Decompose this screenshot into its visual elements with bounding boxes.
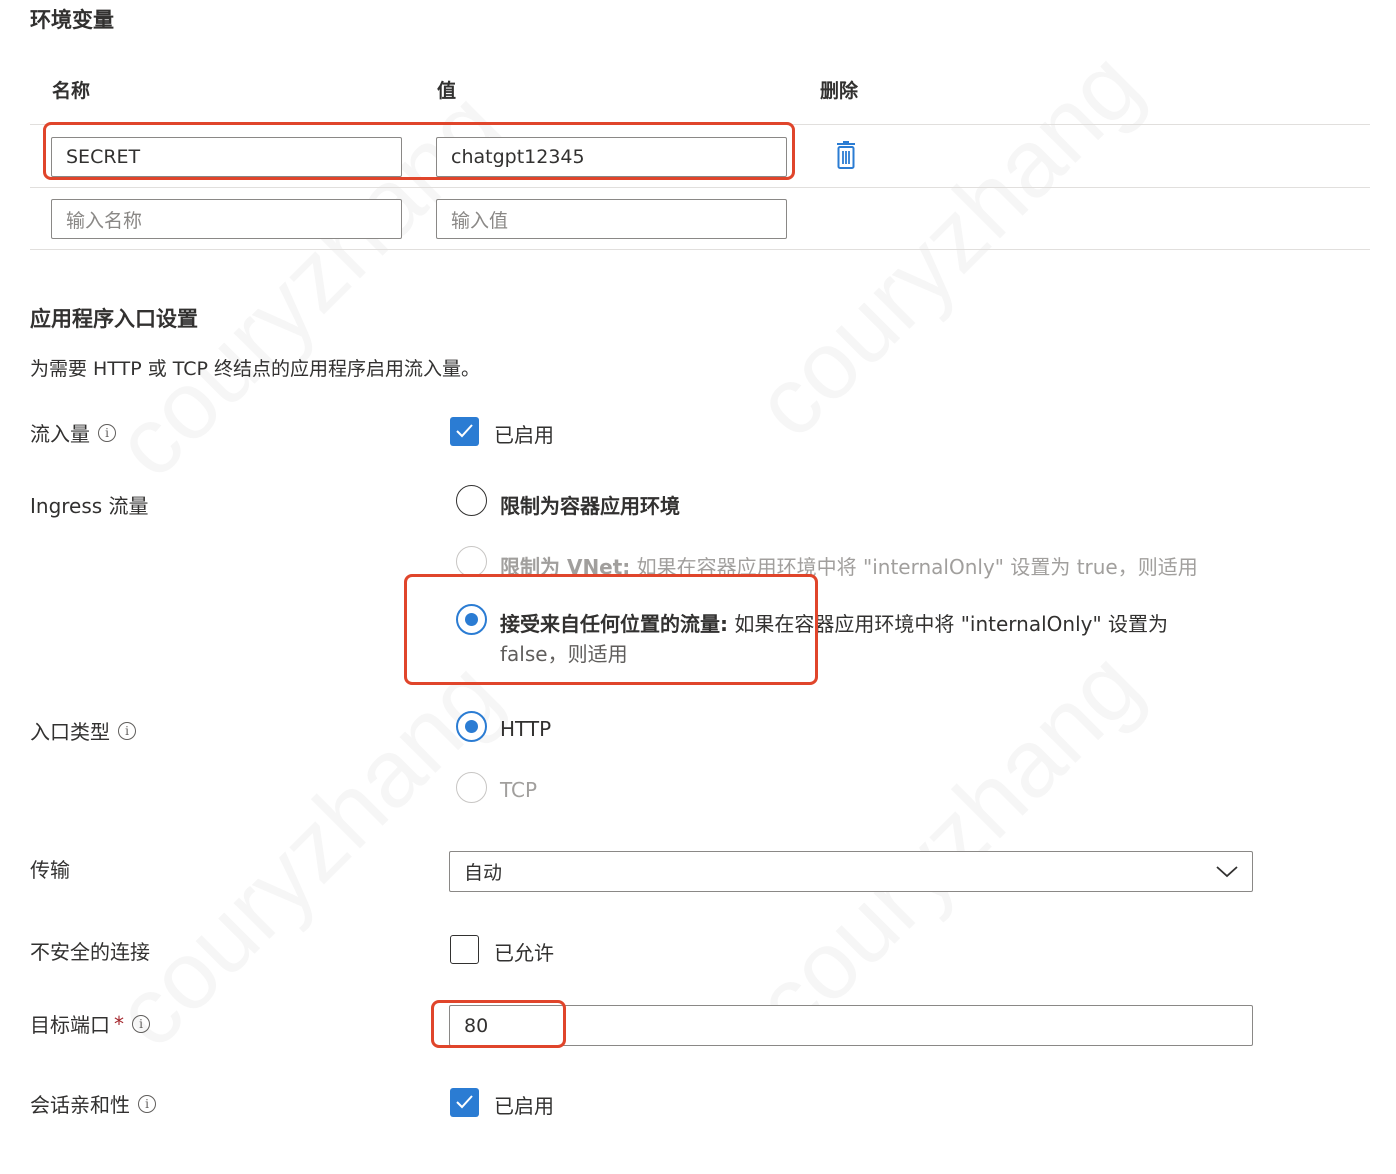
radio-limit-vnet[interactable] — [456, 546, 487, 577]
radio-http[interactable] — [456, 711, 487, 742]
chevron-down-icon — [1216, 861, 1238, 883]
target-port-label-text: 目标端口 — [30, 1013, 110, 1037]
row-divider — [30, 187, 1370, 188]
new-env-name-input[interactable]: 输入名称 — [51, 199, 402, 239]
radio-limit-container-env[interactable] — [456, 485, 487, 516]
info-icon[interactable]: i — [132, 1014, 150, 1033]
option-http: HTTP — [500, 717, 552, 741]
ingress-traffic-label-text: Ingress 流量 — [30, 494, 149, 518]
insecure-checkbox-label: 已允许 — [494, 941, 554, 965]
column-header-delete: 删除 — [820, 80, 859, 102]
highlight-box — [404, 574, 818, 685]
delete-button[interactable] — [834, 141, 860, 171]
new-env-value-input[interactable]: 输入值 — [436, 199, 787, 239]
info-icon[interactable]: i — [118, 721, 136, 740]
target-port-label: 目标端口 * i — [30, 1009, 150, 1038]
column-header-value: 值 — [437, 80, 457, 102]
column-header-name: 名称 — [52, 80, 91, 102]
session-affinity-label-text: 会话亲和性 — [30, 1093, 130, 1117]
ingress-checkbox[interactable] — [450, 417, 479, 446]
ingress-type-label: 入口类型 i — [30, 716, 136, 745]
transport-selected-value: 自动 — [464, 862, 503, 884]
option-tcp: TCP — [500, 778, 538, 802]
transport-label-text: 传输 — [30, 858, 70, 882]
ingress-section-description: 为需要 HTTP 或 TCP 终结点的应用程序启用流入量。 — [30, 358, 480, 380]
transport-label: 传输 — [30, 854, 70, 883]
ingress-label-text: 流入量 — [30, 422, 90, 446]
option-limit-container-env: 限制为容器应用环境 — [500, 494, 680, 518]
target-port-input[interactable]: 80 — [449, 1005, 1253, 1046]
session-affinity-label: 会话亲和性 i — [30, 1089, 156, 1118]
insecure-label-text: 不安全的连接 — [30, 940, 150, 964]
info-icon[interactable]: i — [98, 423, 116, 442]
radio-tcp[interactable] — [456, 772, 487, 803]
ingress-section-title: 应用程序入口设置 — [30, 307, 198, 331]
insecure-label: 不安全的连接 — [30, 936, 150, 965]
transport-dropdown[interactable]: 自动 — [449, 851, 1253, 892]
env-section-title: 环境变量 — [30, 8, 114, 32]
session-affinity-checkbox[interactable] — [450, 1088, 479, 1117]
watermark: couryzhang — [734, 631, 1163, 1060]
ingress-label: 流入量 i — [30, 418, 116, 447]
ingress-checkbox-label: 已启用 — [494, 423, 554, 447]
session-affinity-checkbox-label: 已启用 — [494, 1094, 554, 1118]
insecure-checkbox[interactable] — [450, 935, 479, 964]
required-mark: * — [114, 1011, 124, 1036]
trash-icon — [834, 141, 858, 176]
watermark: couryzhang — [734, 31, 1163, 460]
ingress-type-label-text: 入口类型 — [30, 720, 110, 744]
ingress-traffic-label: Ingress 流量 — [30, 490, 149, 519]
info-icon[interactable]: i — [138, 1094, 156, 1113]
highlight-box — [431, 1000, 566, 1048]
row-divider — [30, 249, 1370, 250]
highlight-box — [43, 122, 795, 180]
